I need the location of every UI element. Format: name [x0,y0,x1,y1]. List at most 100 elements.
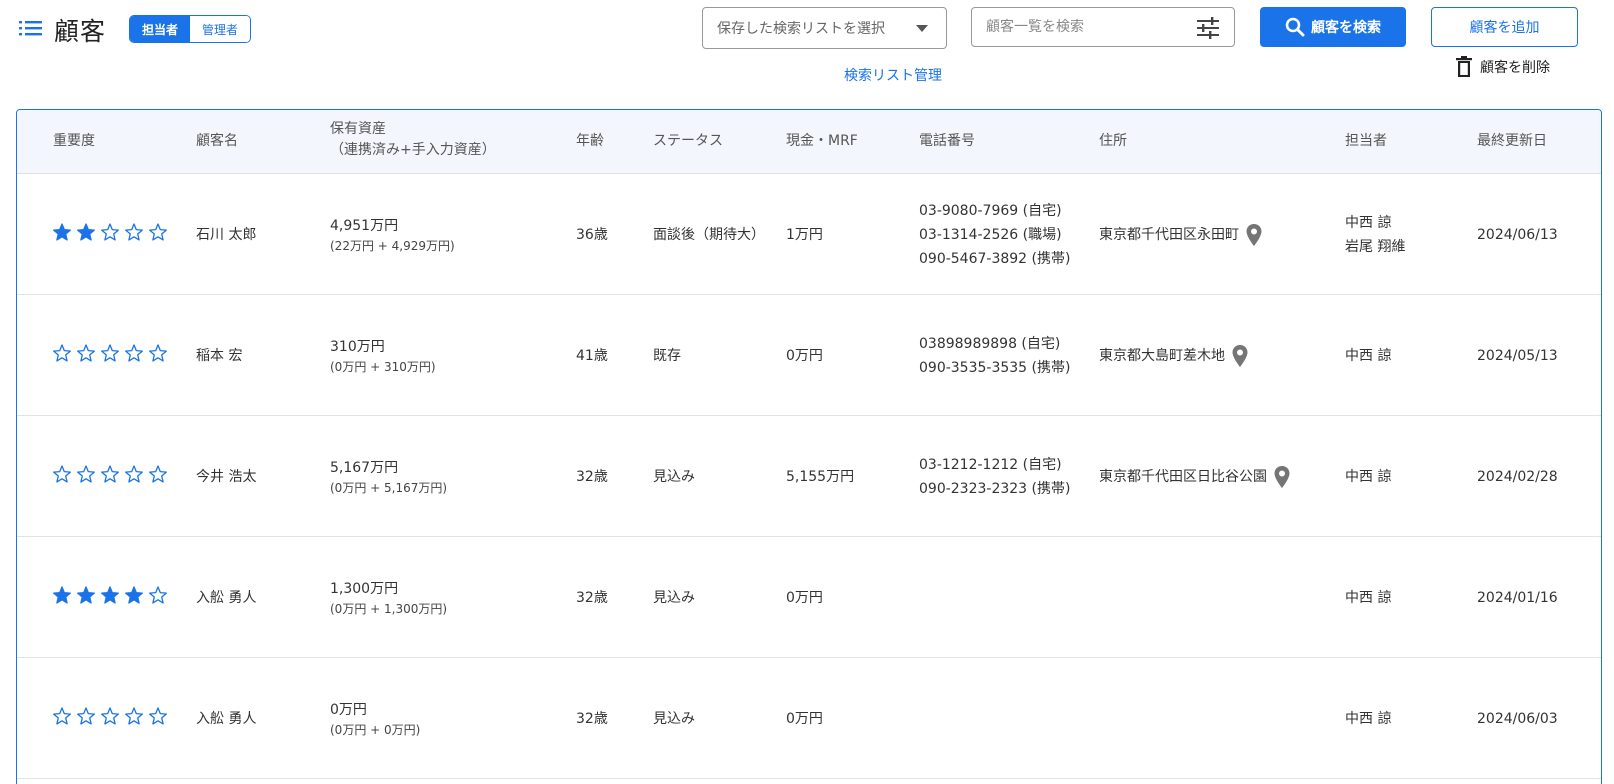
filter-settings-icon[interactable] [1196,17,1220,39]
customer-name[interactable]: 稲本 宏 [196,344,242,368]
col-cash[interactable]: 現金・MRF [786,131,858,152]
star-outline-icon[interactable] [77,344,95,362]
role-tab-admin[interactable]: 管理者 [190,16,250,42]
table-row[interactable]: 石川 太郎 4,951万円 (22万円 + 4,929万円) 36歳 面談後（期待大） 1… [17,174,1601,295]
star-outline-icon[interactable] [101,465,119,483]
customer-search-input[interactable] [972,8,1192,46]
age: 32歳 [576,586,608,610]
phone-number[interactable]: 03-1212-1212 (自宅) [919,453,1070,477]
star-filled-icon[interactable] [125,586,143,604]
phone-number[interactable]: 090-2323-2323 (携帯) [919,477,1070,501]
star-outline-icon[interactable] [125,465,143,483]
phone-numbers: 03-9080-7969 (自宅) 03-1314-2526 (職場) 090-54… [919,199,1070,271]
owners: 中西 諒 [1345,344,1391,368]
dropdown-caret-icon [916,25,928,32]
assets-total: 4,951万円 [330,218,399,234]
search-list-manage-link[interactable]: 検索リスト管理 [844,65,942,85]
assets-detail: (22万円 + 4,929万円) [330,239,455,253]
importance-rating[interactable] [53,465,167,483]
star-outline-icon[interactable] [149,223,167,241]
role-tab-owner[interactable]: 担当者 [130,16,190,42]
table-row[interactable]: 今井 浩太 5,167万円 (0万円 + 5,167万円) 32歳 見込み 5,155万円… [17,416,1601,537]
customer-name-text: 石川 太郎 [196,227,257,243]
cash-text: 0万円 [786,348,823,364]
star-outline-icon[interactable] [101,707,119,725]
phone-number[interactable]: 090-5467-3892 (携帯) [919,247,1070,271]
col-status[interactable]: ステータス [653,131,723,152]
table-row[interactable]: 入舩 勇人 1,300万円 (0万円 + 1,300万円) 32歳 見込み 0万円 中西 諒… [17,537,1601,658]
star-outline-icon[interactable] [53,707,71,725]
map-pin-icon[interactable] [1273,465,1291,489]
last-updated: 2024/02/28 [1477,465,1558,489]
list-menu-icon[interactable] [18,16,44,40]
age-text: 36歳 [576,227,608,243]
star-outline-icon[interactable] [101,223,119,241]
customer-name[interactable]: 入舩 勇人 [196,586,256,610]
importance-rating[interactable] [53,707,167,725]
add-customer-button[interactable]: 顧客を追加 [1431,7,1578,47]
assets-total: 1,300万円 [330,581,399,597]
importance-rating[interactable] [53,586,167,604]
star-outline-icon[interactable] [125,707,143,725]
assets: 310万円 (0万円 + 310万円) [330,335,436,376]
phone-number[interactable]: 03898989898 (自宅) [919,332,1070,356]
phone-number[interactable]: 090-3535-3535 (携帯) [919,356,1070,380]
cash-text: 0万円 [786,711,823,727]
star-outline-icon[interactable] [125,344,143,362]
table-row[interactable]: 入舩 勇人 0万円 (0万円 + 0万円) 32歳 見込み 0万円 中西 諒 2024/06/… [17,658,1601,779]
col-address[interactable]: 住所 [1099,131,1127,152]
col-owner[interactable]: 担当者 [1345,131,1387,152]
delete-customer-button[interactable]: 顧客を削除 [1456,54,1550,80]
col-assets-label: 保有資産 [330,121,386,137]
saved-search-select[interactable]: 保存した検索リストを選択 [702,7,947,49]
col-age[interactable]: 年齢 [576,131,604,152]
phone-numbers: 03898989898 (自宅) 090-3535-3535 (携帯) [919,332,1070,380]
star-outline-icon[interactable] [149,465,167,483]
delete-button-label: 顧客を削除 [1480,60,1550,76]
search-customers-button[interactable]: 顧客を検索 [1260,7,1406,47]
star-filled-icon[interactable] [77,223,95,241]
role-toggle: 担当者 管理者 [129,15,251,43]
star-outline-icon[interactable] [149,586,167,604]
customer-name[interactable]: 入舩 勇人 [196,707,256,731]
owners: 中西 諒 [1345,707,1391,731]
address: 東京都千代田区日比谷公園 [1099,465,1291,489]
address: 東京都大島町差木地 [1099,344,1249,368]
status-text: 既存 [653,348,681,364]
map-pin-icon[interactable] [1245,223,1263,247]
phone-number[interactable]: 03-9080-7969 (自宅) [919,199,1070,223]
status: 見込み [653,707,695,731]
star-outline-icon[interactable] [149,344,167,362]
assets: 4,951万円 (22万円 + 4,929万円) [330,214,455,255]
importance-rating[interactable] [53,344,167,362]
star-filled-icon[interactable] [77,586,95,604]
assets-total: 310万円 [330,339,385,355]
owner-name: 中西 諒 [1345,469,1392,485]
importance-rating[interactable] [53,223,167,241]
col-assets[interactable]: 保有資産 （連携済み+手入力資産） [330,119,496,161]
star-outline-icon[interactable] [53,465,71,483]
customer-name[interactable]: 石川 太郎 [196,223,256,247]
map-pin-icon[interactable] [1231,344,1249,368]
star-outline-icon[interactable] [149,707,167,725]
col-updated[interactable]: 最終更新日 [1477,131,1547,152]
star-filled-icon[interactable] [53,586,71,604]
owner-name: 岩尾 翔維 [1345,239,1406,255]
col-importance[interactable]: 重要度 [53,131,95,152]
star-outline-icon[interactable] [125,223,143,241]
star-outline-icon[interactable] [101,344,119,362]
star-outline-icon[interactable] [53,344,71,362]
col-name[interactable]: 顧客名 [196,131,238,152]
search-button-label: 顧客を検索 [1311,20,1381,36]
customer-name[interactable]: 今井 浩太 [196,465,256,489]
star-outline-icon[interactable] [77,707,95,725]
star-filled-icon[interactable] [53,223,71,241]
star-outline-icon[interactable] [77,465,95,483]
table-row[interactable]: 稲本 宏 310万円 (0万円 + 310万円) 41歳 既存 0万円 0389898989… [17,295,1601,416]
assets-total: 5,167万円 [330,460,399,476]
assets-detail: (0万円 + 0万円) [330,723,421,737]
star-filled-icon[interactable] [101,586,119,604]
col-phone[interactable]: 電話番号 [919,131,975,152]
cash-text: 0万円 [786,590,823,606]
phone-number[interactable]: 03-1314-2526 (職場) [919,223,1070,247]
